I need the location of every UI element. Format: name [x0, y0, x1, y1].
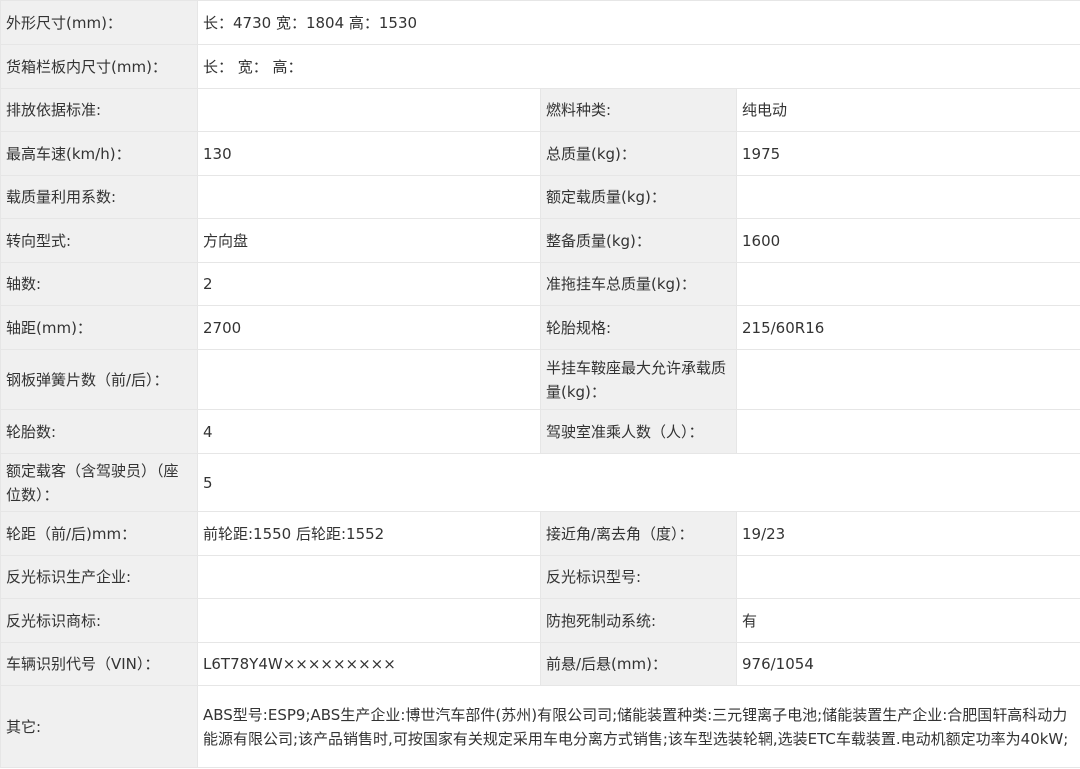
row-label: 外形尺寸(mm)： [0, 0, 198, 45]
table-row: 轴距(mm)： 2700 轮胎规格: 215/60R16 [0, 305, 1080, 350]
row-label: 轴数: [0, 262, 198, 306]
row-value-2 [735, 175, 1080, 219]
table-row: 外形尺寸(mm)： 长：4730 宽：1804 高：1530 [0, 0, 1080, 45]
row-label: 轮距（前/后)mm： [0, 511, 198, 556]
table-row: 其它: ABS型号:ESP9;ABS生产企业:博世汽车部件(苏州)有限公司司;储… [0, 685, 1080, 768]
row-value-2: 有 [735, 598, 1080, 643]
row-value-2: 215/60R16 [735, 305, 1080, 350]
row-label: 额定载客（含驾驶员）（座位数）： [0, 453, 198, 512]
row-value: L6T78Y4W××××××××× [197, 642, 541, 686]
table-row: 反光标识商标: 防抱死制动系统: 有 [0, 598, 1080, 643]
row-label: 其它: [0, 685, 198, 768]
row-value: 2700 [197, 305, 541, 350]
row-label-2: 反光标识型号: [540, 555, 737, 599]
row-label-2: 防抱死制动系统: [540, 598, 737, 643]
row-label: 钢板弹簧片数（前/后）： [0, 349, 198, 410]
row-label-2: 前悬/后悬(mm)： [540, 642, 737, 686]
row-label-2: 半挂车鞍座最大允许承载质量(kg)： [540, 349, 737, 410]
table-row: 钢板弹簧片数（前/后）： 半挂车鞍座最大允许承载质量(kg)： [0, 349, 1080, 410]
vehicle-spec-table: 外形尺寸(mm)： 长：4730 宽：1804 高：1530 货箱栏板内尺寸(m… [0, 0, 1080, 768]
row-value [197, 349, 541, 410]
table-row: 轮距（前/后)mm： 前轮距:1550 后轮距:1552 接近角/离去角（度）：… [0, 511, 1080, 556]
row-label: 货箱栏板内尺寸(mm)： [0, 44, 198, 89]
row-label: 反光标识商标: [0, 598, 198, 643]
row-label-2: 接近角/离去角（度）： [540, 511, 737, 556]
table-row: 反光标识生产企业: 反光标识型号: [0, 555, 1080, 599]
table-row: 最高车速(km/h)： 130 总质量(kg)： 1975 [0, 131, 1080, 176]
row-value-2: 1975 [735, 131, 1080, 176]
row-value-2: 纯电动 [735, 88, 1080, 132]
row-value: 长： 宽： 高： [196, 44, 1080, 89]
table-row: 轴数: 2 准拖挂车总质量(kg)： [0, 262, 1080, 306]
row-value: ABS型号:ESP9;ABS生产企业:博世汽车部件(苏州)有限公司司;储能装置种… [196, 685, 1080, 768]
row-value: 长：4730 宽：1804 高：1530 [196, 0, 1080, 45]
row-label-2: 准拖挂车总质量(kg)： [540, 262, 737, 306]
row-label: 转向型式: [0, 218, 198, 263]
row-value-2: 19/23 [735, 511, 1080, 556]
table-row: 轮胎数: 4 驾驶室准乘人数（人）： [0, 409, 1080, 454]
row-value-2: 1600 [735, 218, 1080, 263]
row-label-2: 额定载质量(kg)： [540, 175, 737, 219]
row-label-2: 总质量(kg)： [540, 131, 737, 176]
row-label: 反光标识生产企业: [0, 555, 198, 599]
row-value [197, 555, 541, 599]
row-value: 前轮距:1550 后轮距:1552 [197, 511, 541, 556]
row-value-2 [735, 409, 1080, 454]
row-value [197, 175, 541, 219]
row-label-2: 燃料种类: [540, 88, 737, 132]
row-label-2: 轮胎规格: [540, 305, 737, 350]
row-label: 轴距(mm)： [0, 305, 198, 350]
row-label-2: 驾驶室准乘人数（人）： [540, 409, 737, 454]
row-value: 2 [197, 262, 541, 306]
row-value: 方向盘 [197, 218, 541, 263]
row-label: 排放依据标准: [0, 88, 198, 132]
table-row: 载质量利用系数: 额定载质量(kg)： [0, 175, 1080, 219]
row-value-2 [735, 349, 1080, 410]
row-label: 轮胎数: [0, 409, 198, 454]
row-label: 车辆识别代号（VIN）： [0, 642, 198, 686]
vehicle-spec-body: 外形尺寸(mm)： 长：4730 宽：1804 高：1530 货箱栏板内尺寸(m… [0, 0, 1080, 768]
row-value: 5 [196, 453, 1080, 512]
table-row: 车辆识别代号（VIN）： L6T78Y4W××××××××× 前悬/后悬(mm)… [0, 642, 1080, 686]
row-value [197, 598, 541, 643]
row-value: 130 [197, 131, 541, 176]
row-label-2: 整备质量(kg)： [540, 218, 737, 263]
row-value: 4 [197, 409, 541, 454]
table-row: 额定载客（含驾驶员）（座位数）： 5 [0, 453, 1080, 512]
row-value-2: 976/1054 [735, 642, 1080, 686]
table-row: 货箱栏板内尺寸(mm)： 长： 宽： 高： [0, 44, 1080, 89]
row-value [197, 88, 541, 132]
row-value-2 [735, 262, 1080, 306]
table-row: 转向型式: 方向盘 整备质量(kg)： 1600 [0, 218, 1080, 263]
row-label: 最高车速(km/h)： [0, 131, 198, 176]
row-label: 载质量利用系数: [0, 175, 198, 219]
table-row: 排放依据标准: 燃料种类: 纯电动 [0, 88, 1080, 132]
row-value-2 [735, 555, 1080, 599]
